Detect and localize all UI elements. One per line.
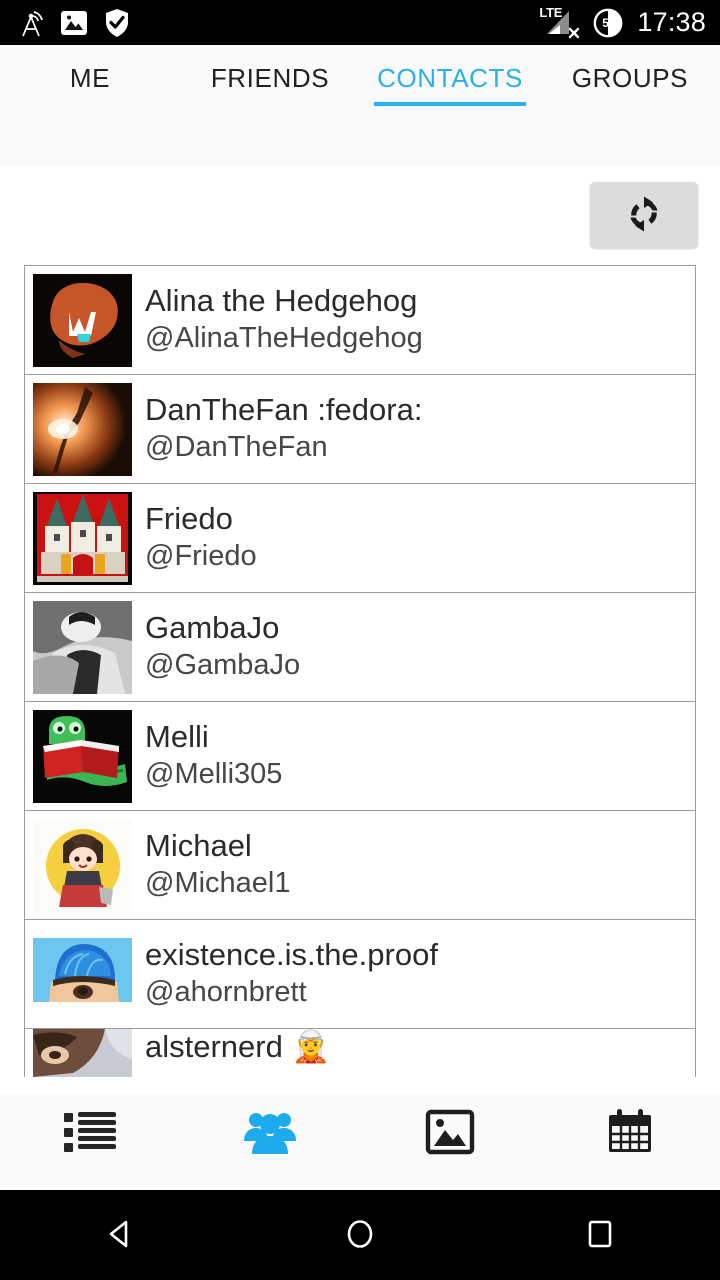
avatar: [33, 709, 132, 803]
contact-display-name: Michael: [145, 828, 252, 864]
contact-names: GambaJo @GambaJo: [145, 610, 300, 683]
bottomnav-list-button[interactable]: [0, 1095, 180, 1190]
contact-handle: @GambaJo: [145, 649, 301, 682]
bottomnav-calendar-button[interactable]: [540, 1095, 720, 1190]
contact-row[interactable]: alsternerd 🧝: [25, 1029, 695, 1077]
lte-signal-icon: LTE: [539, 6, 583, 39]
tab-friends[interactable]: FRIENDS: [180, 45, 360, 165]
image-icon: [424, 1107, 476, 1160]
contact-handle: @Melli305: [145, 758, 283, 791]
calendar-icon: [604, 1107, 656, 1160]
contact-display-name: Alina the Hedgehog: [145, 283, 418, 319]
toolbar-row: [0, 165, 720, 265]
contact-row[interactable]: Friedo @Friedo: [25, 484, 695, 593]
contact-handle: @Friedo: [145, 540, 257, 573]
avatar: [33, 1029, 132, 1077]
contact-display-name: Melli: [145, 719, 209, 755]
contacts-panel: Alina the Hedgehog @AlinaTheHedgehog Dan…: [0, 165, 720, 1095]
contact-names: existence.is.the.proof @ahornbrett: [145, 937, 438, 1010]
contact-handle: @Michael1: [145, 867, 291, 900]
contact-display-name: Friedo: [145, 501, 233, 537]
avatar: [33, 382, 132, 476]
status-bar-left-icons: [18, 8, 130, 38]
image-icon: [60, 9, 88, 37]
status-bar: LTE 50 17:38: [0, 0, 720, 45]
contact-display-name: GambaJo: [145, 610, 280, 646]
tab-me-label: ME: [69, 63, 111, 93]
contact-names: DanTheFan :fedora: @DanTheFan: [145, 392, 422, 465]
tab-friends-label: FRIENDS: [210, 63, 330, 93]
contact-row[interactable]: existence.is.the.proof @ahornbrett: [25, 920, 695, 1029]
recents-square-icon: [578, 1212, 622, 1259]
tab-contacts-label: CONTACTS: [377, 63, 523, 93]
contact-row[interactable]: GambaJo @GambaJo: [25, 593, 695, 702]
tab-bar: ME FRIENDS CONTACTS GROUPS: [0, 45, 720, 165]
android-navigation-bar: [0, 1190, 720, 1280]
avatar: [33, 818, 132, 912]
shield-check-icon: [104, 8, 130, 38]
tab-me[interactable]: ME: [0, 45, 180, 165]
contact-display-name: DanTheFan :fedora:: [145, 392, 423, 428]
contact-names: Friedo @Friedo: [145, 501, 257, 574]
refresh-button[interactable]: [590, 182, 698, 248]
tab-contacts[interactable]: CONTACTS: [360, 45, 540, 165]
tab-active-indicator: [374, 102, 526, 106]
android-home-button[interactable]: [240, 1190, 480, 1280]
contact-display-name: alsternerd 🧝: [145, 1029, 331, 1064]
avatar: [33, 491, 132, 585]
tab-groups[interactable]: GROUPS: [540, 45, 720, 165]
contact-list: Alina the Hedgehog @AlinaTheHedgehog Dan…: [24, 265, 696, 1077]
refresh-icon: [622, 192, 666, 239]
home-circle-icon: [338, 1212, 382, 1259]
battery-percent-label: 50: [602, 15, 615, 30]
contact-names: Alina the Hedgehog @AlinaTheHedgehog: [145, 283, 423, 356]
status-bar-right-icons: LTE 50 17:38: [539, 6, 706, 39]
contact-names: Michael @Michael1: [145, 828, 291, 901]
avatar: [33, 600, 132, 694]
android-recents-button[interactable]: [480, 1190, 720, 1280]
clock-label: 17:38: [637, 7, 706, 37]
bottom-navigation: [0, 1095, 720, 1190]
people-group-icon: [242, 1107, 298, 1160]
contact-row[interactable]: DanTheFan :fedora: @DanTheFan: [25, 375, 695, 484]
contact-handle: @ahornbrett: [145, 976, 307, 1009]
android-back-button[interactable]: [0, 1190, 240, 1280]
bottomnav-contacts-button[interactable]: [180, 1095, 360, 1190]
app-screen: LTE 50 17:38 ME FRIENDS CONTACTS GROUPS …: [0, 0, 720, 1280]
contact-names: Melli @Melli305: [145, 719, 282, 792]
contact-handle: @AlinaTheHedgehog: [145, 322, 423, 355]
contact-handle: @DanTheFan: [145, 431, 328, 464]
contact-display-name: existence.is.the.proof: [145, 937, 438, 973]
list-icon: [62, 1107, 118, 1160]
back-triangle-icon: [98, 1212, 142, 1259]
contact-names: alsternerd 🧝: [145, 1029, 330, 1065]
contact-row[interactable]: Melli @Melli305: [25, 702, 695, 811]
contact-row[interactable]: Michael @Michael1: [25, 811, 695, 920]
contact-row[interactable]: Alina the Hedgehog @AlinaTheHedgehog: [25, 266, 695, 375]
battery-icon: 50: [593, 8, 623, 38]
tab-groups-label: GROUPS: [571, 63, 689, 93]
avatar: [33, 273, 132, 367]
avatar: [33, 927, 132, 1021]
cast-screen-icon: [18, 8, 44, 38]
bottomnav-media-button[interactable]: [360, 1095, 540, 1190]
